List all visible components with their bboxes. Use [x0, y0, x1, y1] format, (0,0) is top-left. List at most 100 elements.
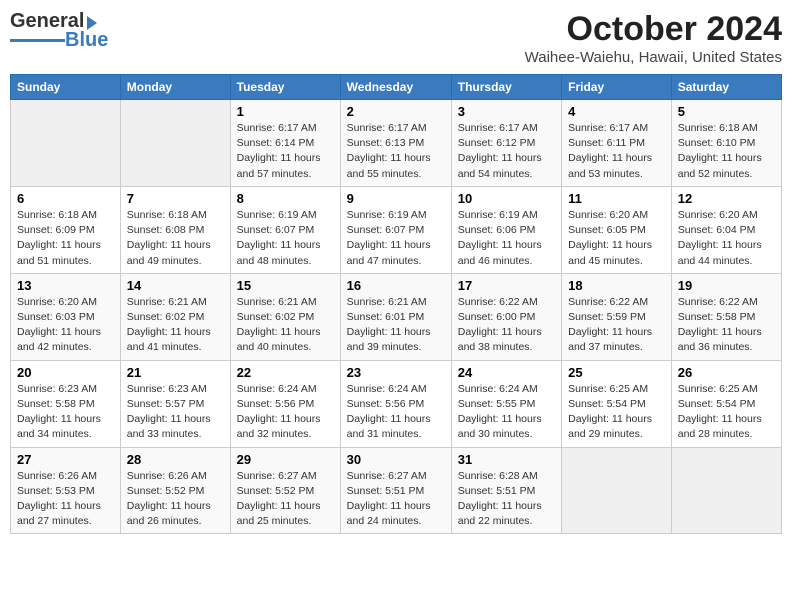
- day-info: Sunrise: 6:22 AM Sunset: 6:00 PM Dayligh…: [458, 295, 555, 356]
- day-info: Sunrise: 6:24 AM Sunset: 5:56 PM Dayligh…: [237, 382, 334, 443]
- day-cell: 31 Sunrise: 6:28 AM Sunset: 5:51 PM Dayli…: [451, 447, 561, 534]
- day-number: 3: [458, 104, 555, 119]
- day-number: 9: [347, 191, 445, 206]
- day-info: Sunrise: 6:25 AM Sunset: 5:54 PM Dayligh…: [678, 382, 775, 443]
- day-cell: 9Sunrise: 6:19 AM Sunset: 6:07 PM Daylig…: [340, 186, 451, 273]
- logo: General Blue: [10, 10, 108, 52]
- day-info: Sunrise: 6:17 AM Sunset: 6:12 PM Dayligh…: [458, 121, 555, 182]
- day-info: Sunrise: 6:20 AM Sunset: 6:04 PM Dayligh…: [678, 208, 775, 269]
- day-cell: 3 Sunrise: 6:17 AM Sunset: 6:12 PM Daylig…: [451, 100, 561, 187]
- week-row-1: 1 Sunrise: 6:17 AM Sunset: 6:14 PM Daylig…: [11, 100, 782, 187]
- week-row-4: 20 Sunrise: 6:23 AM Sunset: 5:58 PM Dayli…: [11, 360, 782, 447]
- page-title: October 2024: [525, 10, 782, 49]
- day-cell: [11, 100, 121, 187]
- day-number: 31: [458, 452, 555, 467]
- day-info: Sunrise: 6:26 AM Sunset: 5:52 PM Dayligh…: [127, 469, 224, 530]
- day-info: Sunrise: 6:21 AM Sunset: 6:01 PM Dayligh…: [347, 295, 445, 356]
- column-header-wednesday: Wednesday: [340, 75, 451, 100]
- day-number: 5: [678, 104, 775, 119]
- day-number: 10: [458, 191, 555, 206]
- day-cell: 6 Sunrise: 6:18 AM Sunset: 6:09 PM Daylig…: [11, 186, 121, 273]
- day-info: Sunrise: 6:22 AM Sunset: 5:59 PM Dayligh…: [568, 295, 665, 356]
- day-info: Sunrise: 6:18 AM Sunset: 6:09 PM Dayligh…: [17, 208, 114, 269]
- day-cell: 22 Sunrise: 6:24 AM Sunset: 5:56 PM Dayli…: [230, 360, 340, 447]
- day-cell: 14 Sunrise: 6:21 AM Sunset: 6:02 PM Dayli…: [120, 273, 230, 360]
- day-number: 6: [17, 191, 114, 206]
- day-number: 18: [568, 278, 665, 293]
- day-number: 14: [127, 278, 224, 293]
- day-cell: 20 Sunrise: 6:23 AM Sunset: 5:58 PM Dayli…: [11, 360, 121, 447]
- day-number: 7: [127, 191, 224, 206]
- day-info: Sunrise: 6:20 AM Sunset: 6:05 PM Dayligh…: [568, 208, 665, 269]
- day-number: 25: [568, 365, 665, 380]
- day-cell: 1 Sunrise: 6:17 AM Sunset: 6:14 PM Daylig…: [230, 100, 340, 187]
- column-header-saturday: Saturday: [671, 75, 781, 100]
- day-cell: 8 Sunrise: 6:19 AM Sunset: 6:07 PM Daylig…: [230, 186, 340, 273]
- header-row: SundayMondayTuesdayWednesdayThursdayFrid…: [11, 75, 782, 100]
- column-header-thursday: Thursday: [451, 75, 561, 100]
- day-number: 11: [568, 191, 665, 206]
- logo-blue: Blue: [65, 29, 108, 52]
- page-subtitle: Waihee-Waiehu, Hawaii, United States: [525, 49, 782, 66]
- day-cell: [671, 447, 781, 534]
- day-number: 1: [237, 104, 334, 119]
- day-number: 4: [568, 104, 665, 119]
- day-number: 17: [458, 278, 555, 293]
- day-number: 12: [678, 191, 775, 206]
- day-info: Sunrise: 6:25 AM Sunset: 5:54 PM Dayligh…: [568, 382, 665, 443]
- week-row-3: 13Sunrise: 6:20 AM Sunset: 6:03 PM Dayli…: [11, 273, 782, 360]
- day-number: 28: [127, 452, 224, 467]
- day-number: 16: [347, 278, 445, 293]
- column-header-tuesday: Tuesday: [230, 75, 340, 100]
- day-cell: 15Sunrise: 6:21 AM Sunset: 6:02 PM Dayli…: [230, 273, 340, 360]
- day-info: Sunrise: 6:18 AM Sunset: 6:08 PM Dayligh…: [127, 208, 224, 269]
- day-number: 21: [127, 365, 224, 380]
- column-header-monday: Monday: [120, 75, 230, 100]
- day-info: Sunrise: 6:23 AM Sunset: 5:58 PM Dayligh…: [17, 382, 114, 443]
- day-cell: [562, 447, 672, 534]
- day-number: 20: [17, 365, 114, 380]
- day-info: Sunrise: 6:17 AM Sunset: 6:11 PM Dayligh…: [568, 121, 665, 182]
- day-cell: 28 Sunrise: 6:26 AM Sunset: 5:52 PM Dayli…: [120, 447, 230, 534]
- day-cell: 26Sunrise: 6:25 AM Sunset: 5:54 PM Dayli…: [671, 360, 781, 447]
- logo-underline: [10, 39, 65, 42]
- day-cell: 7 Sunrise: 6:18 AM Sunset: 6:08 PM Daylig…: [120, 186, 230, 273]
- day-cell: 23 Sunrise: 6:24 AM Sunset: 5:56 PM Dayli…: [340, 360, 451, 447]
- day-info: Sunrise: 6:19 AM Sunset: 6:07 PM Dayligh…: [237, 208, 334, 269]
- day-number: 23: [347, 365, 445, 380]
- day-cell: 11 Sunrise: 6:20 AM Sunset: 6:05 PM Dayli…: [562, 186, 672, 273]
- day-number: 8: [237, 191, 334, 206]
- column-header-friday: Friday: [562, 75, 672, 100]
- day-cell: 27 Sunrise: 6:26 AM Sunset: 5:53 PM Dayli…: [11, 447, 121, 534]
- day-info: Sunrise: 6:17 AM Sunset: 6:14 PM Dayligh…: [237, 121, 334, 182]
- day-cell: 5 Sunrise: 6:18 AM Sunset: 6:10 PM Daylig…: [671, 100, 781, 187]
- day-cell: 21Sunrise: 6:23 AM Sunset: 5:57 PM Dayli…: [120, 360, 230, 447]
- day-cell: 24 Sunrise: 6:24 AM Sunset: 5:55 PM Dayli…: [451, 360, 561, 447]
- day-info: Sunrise: 6:26 AM Sunset: 5:53 PM Dayligh…: [17, 469, 114, 530]
- day-info: Sunrise: 6:21 AM Sunset: 6:02 PM Dayligh…: [237, 295, 334, 356]
- day-info: Sunrise: 6:24 AM Sunset: 5:56 PM Dayligh…: [347, 382, 445, 443]
- week-row-2: 6 Sunrise: 6:18 AM Sunset: 6:09 PM Daylig…: [11, 186, 782, 273]
- day-cell: 17 Sunrise: 6:22 AM Sunset: 6:00 PM Dayli…: [451, 273, 561, 360]
- day-info: Sunrise: 6:24 AM Sunset: 5:55 PM Dayligh…: [458, 382, 555, 443]
- day-info: Sunrise: 6:21 AM Sunset: 6:02 PM Dayligh…: [127, 295, 224, 356]
- day-number: 29: [237, 452, 334, 467]
- day-number: 30: [347, 452, 445, 467]
- day-info: Sunrise: 6:22 AM Sunset: 5:58 PM Dayligh…: [678, 295, 775, 356]
- day-cell: 19 Sunrise: 6:22 AM Sunset: 5:58 PM Dayli…: [671, 273, 781, 360]
- day-cell: 4 Sunrise: 6:17 AM Sunset: 6:11 PM Daylig…: [562, 100, 672, 187]
- day-cell: 16 Sunrise: 6:21 AM Sunset: 6:01 PM Dayli…: [340, 273, 451, 360]
- day-number: 27: [17, 452, 114, 467]
- day-number: 22: [237, 365, 334, 380]
- day-info: Sunrise: 6:28 AM Sunset: 5:51 PM Dayligh…: [458, 469, 555, 530]
- calendar-body: 1 Sunrise: 6:17 AM Sunset: 6:14 PM Daylig…: [11, 100, 782, 534]
- day-number: 24: [458, 365, 555, 380]
- day-number: 13: [17, 278, 114, 293]
- page-header: General Blue October 2024 Waihee-Waiehu,…: [10, 10, 782, 66]
- day-info: Sunrise: 6:18 AM Sunset: 6:10 PM Dayligh…: [678, 121, 775, 182]
- day-cell: 2Sunrise: 6:17 AM Sunset: 6:13 PM Daylig…: [340, 100, 451, 187]
- week-row-5: 27 Sunrise: 6:26 AM Sunset: 5:53 PM Dayli…: [11, 447, 782, 534]
- day-cell: 13Sunrise: 6:20 AM Sunset: 6:03 PM Dayli…: [11, 273, 121, 360]
- calendar-header: SundayMondayTuesdayWednesdayThursdayFrid…: [11, 75, 782, 100]
- day-number: 19: [678, 278, 775, 293]
